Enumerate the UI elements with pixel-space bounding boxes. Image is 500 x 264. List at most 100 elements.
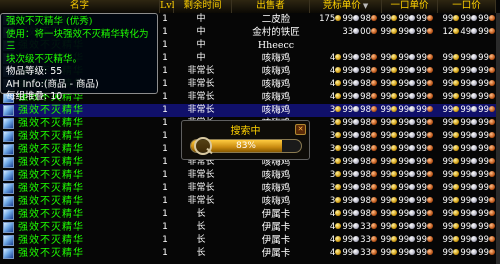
essence-item-icon[interactable] xyxy=(3,131,14,142)
buyout-price: 99 99 99 xyxy=(380,26,434,39)
time-left: 中 xyxy=(196,40,206,50)
essence-item-icon[interactable] xyxy=(3,183,14,194)
buy-copper-amount: 99 xyxy=(416,183,427,193)
copper-coin-icon xyxy=(371,196,377,203)
buy-copper-amount: 99 xyxy=(416,118,427,128)
copper-coin-icon xyxy=(489,157,495,164)
item-name: 强效不灭精华 xyxy=(18,222,84,233)
header-level[interactable]: Lvl xyxy=(160,0,175,13)
auction-row[interactable]: 强效不灭精华1非常长咳嗨鸡39998999999999999 xyxy=(0,104,500,117)
time-left: 长 xyxy=(196,235,206,245)
unit-gold-amount: 99 xyxy=(442,92,454,102)
auction-row[interactable]: 强效不灭精华1非常长咳嗨鸡39998999999999999 xyxy=(0,182,500,195)
essence-item-icon[interactable] xyxy=(3,157,14,168)
copper-coin-icon xyxy=(371,209,377,216)
seller-name: 咳嗨鸡 xyxy=(261,66,291,77)
buy-gold-amount: 99 xyxy=(380,183,392,193)
header-name[interactable]: 名字 xyxy=(0,0,160,13)
unit-silver-amount: 99 xyxy=(460,157,472,167)
close-icon[interactable]: ✕ xyxy=(295,124,306,135)
essence-item-icon[interactable] xyxy=(3,118,14,129)
unit-gold-amount: 99 xyxy=(442,209,454,219)
silver-coin-icon xyxy=(353,183,360,190)
buyout-price: 99 99 99 xyxy=(380,91,434,104)
silver-coin-icon xyxy=(353,131,360,138)
silver-coin-icon xyxy=(353,144,360,151)
essence-item-icon[interactable] xyxy=(3,105,14,116)
unit-silver-amount: 99 xyxy=(460,170,472,180)
gold-coin-icon xyxy=(453,248,460,255)
essence-item-icon[interactable] xyxy=(3,209,14,220)
gold-coin-icon xyxy=(453,92,460,99)
buyout-total: 99 99 99 xyxy=(434,91,496,104)
auction-row[interactable]: 强效不灭精华 1 长伊属卡 4 99 33 99 99 99 99 99 99 xyxy=(0,234,500,247)
item-level: 1 xyxy=(162,79,168,89)
copper-coin-icon xyxy=(371,27,377,34)
buyout-price: 99 99 99 xyxy=(380,130,434,143)
item-level: 1 xyxy=(162,157,168,167)
copper-coin-icon xyxy=(427,222,433,229)
buyout-total: 12 49 99 xyxy=(434,26,496,39)
copper-coin-icon xyxy=(489,235,495,242)
buy-gold-amount: 99 xyxy=(380,157,392,167)
auction-row[interactable]: 强效不灭精华1非常长咳嗨鸡39998999999999999 xyxy=(0,169,500,182)
copper-coin-icon xyxy=(371,79,377,86)
buy-silver-amount: 99 xyxy=(398,118,410,128)
item-name: 强效不灭精华 xyxy=(18,144,84,155)
buyout-total: 99 99 99 xyxy=(434,234,496,247)
auction-row[interactable]: 强效不灭精华 1 长伊属卡 4 99 33 99 99 99 99 99 99 xyxy=(0,247,500,260)
auction-row[interactable]: 强效不灭精华 1 长伊属卡 4 99 98 99 99 99 99 99 99 xyxy=(0,208,500,221)
auction-row[interactable]: 强效不灭精华 1 长伊属卡 4 99 33 99 99 99 99 99 99 xyxy=(0,221,500,234)
bid-copper-amount: 98 xyxy=(360,131,371,141)
bid-copper-amount: 00 xyxy=(360,27,371,37)
gold-coin-icon xyxy=(391,27,398,34)
essence-item-icon[interactable] xyxy=(3,170,14,181)
seller-name: Hheecc xyxy=(257,40,295,51)
bid-copper-amount: 98 xyxy=(360,196,371,206)
header-seller[interactable]: 出售者 xyxy=(232,0,310,13)
auction-row[interactable]: 强效不灭精华1非常长咳嗨鸡39998999999999999 xyxy=(0,195,500,208)
buyout-total: 99 99 99 xyxy=(434,169,496,182)
buy-gold-amount: 99 xyxy=(380,131,392,141)
time-left: 非常长 xyxy=(187,183,215,193)
bid-copper-amount: 33 xyxy=(360,248,371,258)
item-name: 强效不灭精华 xyxy=(18,157,84,168)
silver-coin-icon xyxy=(409,66,416,73)
silver-coin-icon xyxy=(353,209,360,216)
gold-coin-icon xyxy=(335,196,342,203)
time-left: 非常长 xyxy=(187,170,215,180)
item-level: 1 xyxy=(162,183,168,193)
seller-name: 伊属卡 xyxy=(261,235,291,246)
header-buyout-per-unit[interactable]: 一口单价 xyxy=(382,0,438,13)
tooltip-stack-size: 每组堆叠: 10 xyxy=(6,91,63,102)
bid-copper-amount: 98 xyxy=(360,79,371,89)
essence-item-icon[interactable] xyxy=(3,196,14,207)
bid-price: 4 99 33 xyxy=(308,234,378,247)
unit-copper-amount: 99 xyxy=(478,235,489,245)
buyout-price: 99 99 99 xyxy=(380,78,434,91)
buy-gold-amount: 99 xyxy=(380,66,392,76)
silver-coin-icon xyxy=(471,105,478,112)
essence-item-icon[interactable] xyxy=(3,144,14,155)
buyout-total: 99 99 99 xyxy=(434,130,496,143)
essence-item-icon[interactable] xyxy=(3,248,14,259)
seller-name: 伊属卡 xyxy=(261,222,291,233)
time-left: 长 xyxy=(196,222,206,232)
buy-copper-amount: 99 xyxy=(416,248,427,258)
silver-coin-icon xyxy=(353,196,360,203)
gold-coin-icon xyxy=(391,144,398,151)
unit-copper-amount: 99 xyxy=(478,27,489,37)
time-left: 非常长 xyxy=(187,105,215,115)
buy-copper-amount: 99 xyxy=(416,235,427,245)
header-time-left[interactable]: 剩余时间 xyxy=(174,0,232,13)
header-buyout-total[interactable]: 一口价 xyxy=(438,0,496,13)
item-level: 1 xyxy=(162,196,168,206)
buyout-price: 99 99 99 xyxy=(380,52,434,65)
silver-coin-icon xyxy=(409,222,416,229)
list-scrollbar[interactable] xyxy=(496,13,500,264)
essence-item-icon[interactable] xyxy=(3,222,14,233)
bid-copper-amount: 33 xyxy=(360,222,371,232)
header-bid-per-unit[interactable]: 竞标单价 ▼ xyxy=(310,0,382,13)
gold-coin-icon xyxy=(453,183,460,190)
essence-item-icon[interactable] xyxy=(3,235,14,246)
